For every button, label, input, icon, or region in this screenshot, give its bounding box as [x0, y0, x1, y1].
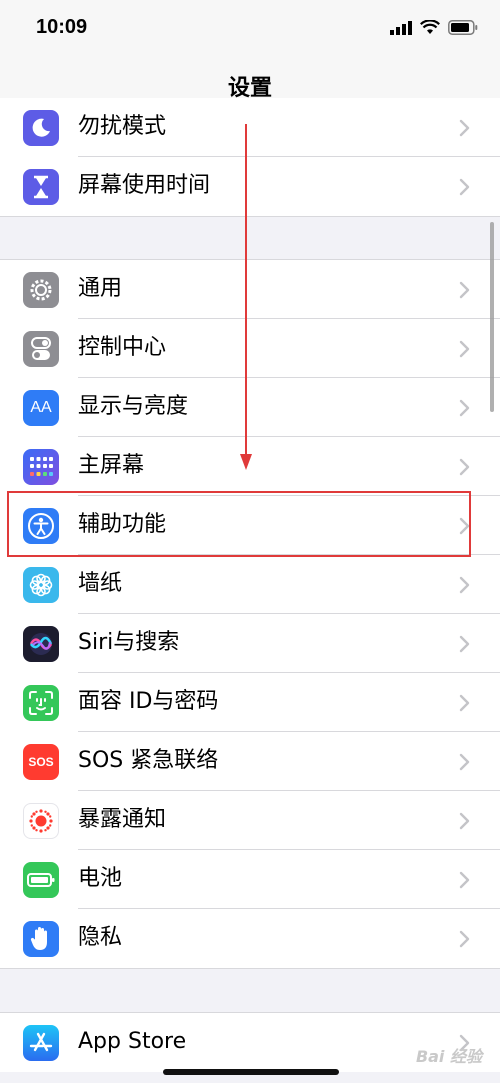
settings-row-label: 主屏幕 — [78, 453, 145, 478]
hourglass-icon — [23, 169, 59, 205]
chevron-right-icon — [459, 871, 470, 889]
watermark: Bai 经验 — [415, 1047, 482, 1066]
hand-icon — [23, 921, 59, 957]
chevron-right-icon — [459, 576, 470, 594]
toggles-icon — [23, 331, 59, 367]
chevron-right-icon — [459, 399, 470, 417]
chevron-right-icon — [459, 753, 470, 771]
settings-row-label: App Store — [78, 1029, 187, 1054]
annotation-highlight-box — [7, 491, 471, 557]
text-size-icon-glyph: AA — [30, 399, 52, 416]
settings-row-emergency-sos[interactable]: SOS SOS 紧急联络 — [0, 732, 500, 791]
settings-row-label: 勿扰模式 — [78, 114, 167, 139]
status-time: 10:09 — [36, 16, 88, 38]
settings-row-label: SOS 紧急联络 — [78, 748, 219, 773]
chevron-right-icon — [459, 281, 470, 299]
home-indicator[interactable] — [163, 1069, 339, 1075]
flower-icon — [23, 567, 59, 603]
chevron-right-icon — [459, 812, 470, 830]
settings-row-label: Siri与搜索 — [78, 630, 180, 655]
sos-icon: SOS — [23, 744, 59, 780]
chevron-right-icon — [459, 458, 470, 476]
settings-row-label: 通用 — [78, 276, 123, 301]
settings-row-label: 屏幕使用时间 — [78, 173, 211, 198]
settings-row-label: 控制中心 — [78, 335, 167, 360]
scrollbar[interactable] — [490, 222, 494, 412]
battery-status-icon — [448, 20, 478, 35]
sos-icon-glyph: SOS — [28, 755, 54, 769]
settings-row-label: 电池 — [78, 866, 123, 891]
chevron-right-icon — [459, 930, 470, 948]
settings-row-siri-search[interactable]: Siri与搜索 — [0, 614, 500, 673]
chevron-right-icon — [459, 119, 470, 137]
moon-icon — [23, 110, 59, 146]
settings-row-label: 暴露通知 — [78, 807, 167, 832]
face-id-icon — [23, 685, 59, 721]
settings-row-face-id[interactable]: 面容 ID与密码 — [0, 673, 500, 732]
settings-row-wallpaper[interactable]: 墙纸 — [0, 555, 500, 614]
exposure-icon — [23, 803, 59, 839]
chevron-right-icon — [459, 178, 470, 196]
settings-row-battery[interactable]: 电池 — [0, 850, 500, 909]
annotation-arrow — [240, 124, 252, 470]
status-icons — [390, 20, 478, 35]
status-bar: 10:09 — [0, 0, 500, 60]
settings-row-label: 墙纸 — [78, 571, 123, 596]
chevron-right-icon — [459, 694, 470, 712]
cellular-signal-icon — [390, 20, 412, 35]
settings-row-label: 隐私 — [78, 925, 123, 950]
gear-icon — [23, 272, 59, 308]
settings-row-label: 面容 ID与密码 — [78, 689, 219, 714]
battery-icon — [23, 862, 59, 898]
settings-row-exposure-notifications[interactable]: 暴露通知 — [0, 791, 500, 850]
siri-icon — [23, 626, 59, 662]
settings-row-privacy[interactable]: 隐私 — [0, 909, 500, 968]
text-size-icon: AA — [23, 390, 59, 426]
app-store-icon — [23, 1025, 59, 1061]
chevron-right-icon — [459, 340, 470, 358]
wifi-icon — [420, 20, 440, 34]
settings-row-label: 显示与亮度 — [78, 394, 189, 419]
chevron-right-icon — [459, 635, 470, 653]
home-grid-icon — [23, 449, 59, 485]
